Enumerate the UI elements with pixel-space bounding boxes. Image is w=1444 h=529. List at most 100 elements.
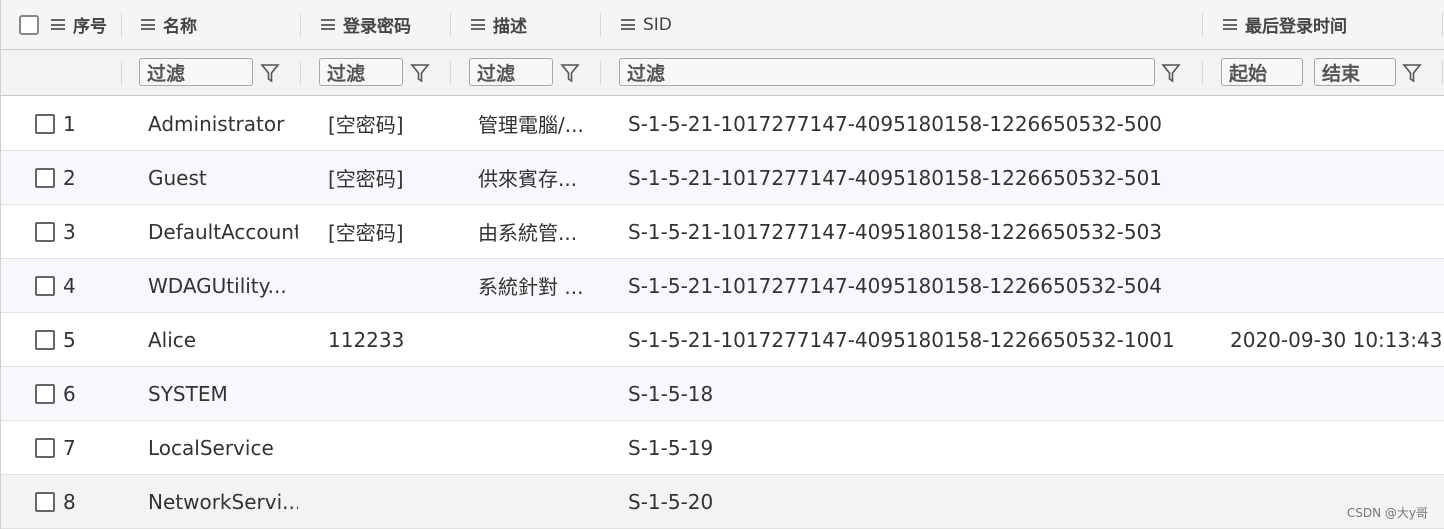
row-sid: S-1-5-21-1017277147-4095180158-122665053… <box>628 327 1175 352</box>
list-icon <box>51 19 65 30</box>
row-checkbox[interactable] <box>35 329 55 350</box>
name-filter-input[interactable]: 过滤 <box>139 58 253 86</box>
filter-placeholder: 过滤 <box>627 62 666 85</box>
table-row[interactable]: 1 Administrator [空密码] 管理電腦/... S-1-5-21-… <box>1 97 1444 151</box>
filter-placeholder: 过滤 <box>327 62 366 85</box>
select-all-checkbox[interactable] <box>19 14 39 35</box>
filter-icon[interactable] <box>1402 62 1422 84</box>
row-sid: S-1-5-19 <box>628 435 714 460</box>
list-icon <box>141 19 155 30</box>
row-sid: S-1-5-20 <box>628 489 714 514</box>
filter-icon[interactable] <box>410 62 430 84</box>
row-last-login <box>1230 421 1442 474</box>
row-checkbox[interactable] <box>35 383 55 404</box>
list-icon <box>471 19 485 30</box>
table-row[interactable]: 3 DefaultAccount [空密码] 由系統管... S-1-5-21-… <box>1 205 1444 259</box>
header-password[interactable]: 登录密码 <box>321 0 446 49</box>
header-serial[interactable]: 序号 <box>19 0 119 49</box>
row-last-login <box>1230 205 1442 258</box>
row-password: [空密码] <box>328 221 404 245</box>
header-description[interactable]: 描述 <box>471 0 596 49</box>
row-checkbox[interactable] <box>35 221 55 242</box>
row-name: Administrator <box>148 111 285 136</box>
filter-icon[interactable] <box>560 62 580 84</box>
header-name-label: 名称 <box>163 17 197 37</box>
row-name: LocalService <box>148 435 274 460</box>
row-sid: S-1-5-21-1017277147-4095180158-122665053… <box>628 273 1163 298</box>
password-filter-input[interactable]: 过滤 <box>319 58 403 86</box>
filter-row: 过滤 过滤 过滤 过滤 起始 结束 <box>1 50 1444 96</box>
row-description: 供來賓存... <box>478 167 578 191</box>
row-last-login <box>1230 259 1442 312</box>
row-password: 112233 <box>328 327 405 352</box>
row-password <box>328 367 448 420</box>
row-description <box>478 421 598 474</box>
header-last-login-label: 最后登录时间 <box>1245 17 1347 37</box>
sid-filter-input[interactable]: 过滤 <box>619 58 1155 86</box>
row-description <box>478 475 598 528</box>
row-checkbox[interactable] <box>35 167 55 188</box>
watermark: CSDN @大y哥 <box>1346 506 1428 520</box>
row-number: 6 <box>63 381 76 406</box>
filter-placeholder: 过滤 <box>477 62 516 85</box>
row-number: 7 <box>63 435 76 460</box>
row-last-login <box>1230 97 1442 150</box>
row-password <box>328 475 448 528</box>
row-checkbox[interactable] <box>35 437 55 458</box>
row-sid: S-1-5-21-1017277147-4095180158-122665053… <box>628 165 1163 190</box>
table-row[interactable]: 8 NetworkServi... S-1-5-20 <box>1 475 1444 529</box>
row-name: SYSTEM <box>148 381 228 406</box>
row-password: [空密码] <box>328 113 404 137</box>
row-number: 5 <box>63 327 76 352</box>
filter-placeholder: 起始 <box>1229 62 1268 85</box>
list-icon <box>1223 19 1237 30</box>
row-description <box>478 313 598 366</box>
row-name: WDAGUtility... <box>148 273 287 298</box>
row-sid: S-1-5-18 <box>628 381 714 406</box>
table-row[interactable]: 2 Guest [空密码] 供來賓存... S-1-5-21-101727714… <box>1 151 1444 205</box>
header-password-label: 登录密码 <box>343 17 411 37</box>
row-name: NetworkServi... <box>148 489 298 514</box>
header-serial-label: 序号 <box>73 17 107 37</box>
row-checkbox[interactable] <box>35 275 55 296</box>
row-name: Alice <box>148 327 197 352</box>
filter-icon[interactable] <box>260 62 280 84</box>
row-description: 由系統管... <box>478 221 578 245</box>
row-password: [空密码] <box>328 167 404 191</box>
description-filter-input[interactable]: 过滤 <box>469 58 553 86</box>
header-name[interactable]: 名称 <box>141 0 296 49</box>
header-sid[interactable]: SID <box>621 0 921 49</box>
row-sid: S-1-5-21-1017277147-4095180158-122665053… <box>628 111 1163 136</box>
end-date-input[interactable]: 结束 <box>1314 58 1396 86</box>
row-description <box>478 367 598 420</box>
start-date-input[interactable]: 起始 <box>1221 58 1303 86</box>
row-description: 系統針對 ... <box>478 275 584 299</box>
row-last-login <box>1230 151 1442 204</box>
row-number: 1 <box>63 111 76 136</box>
row-checkbox[interactable] <box>35 491 55 512</box>
row-number: 3 <box>63 219 76 244</box>
table-row[interactable]: 5 Alice 112233 S-1-5-21-1017277147-40951… <box>1 313 1444 367</box>
header-sid-label: SID <box>643 14 672 35</box>
filter-placeholder: 过滤 <box>147 62 186 85</box>
header-description-label: 描述 <box>493 17 527 37</box>
list-icon <box>321 19 335 30</box>
table-row[interactable]: 6 SYSTEM S-1-5-18 <box>1 367 1444 421</box>
row-name: Guest <box>148 165 207 190</box>
table-row[interactable]: 4 WDAGUtility... 系統針對 ... S-1-5-21-10172… <box>1 259 1444 313</box>
filter-icon[interactable] <box>1161 62 1181 84</box>
row-number: 4 <box>63 273 76 298</box>
row-number: 2 <box>63 165 76 190</box>
row-checkbox[interactable] <box>35 113 55 134</box>
filter-placeholder: 结束 <box>1322 62 1361 85</box>
user-accounts-table: 序号 名称 登录密码 描述 SID 最后登录时间 过滤 过滤 过滤 过滤 起始 … <box>0 0 1444 529</box>
row-last-login: 2020-09-30 10:13:43 <box>1230 327 1442 352</box>
row-password <box>328 421 448 474</box>
table-header: 序号 名称 登录密码 描述 SID 最后登录时间 <box>1 0 1444 50</box>
list-icon <box>621 19 635 30</box>
table-row[interactable]: 7 LocalService S-1-5-19 <box>1 421 1444 475</box>
row-number: 8 <box>63 489 76 514</box>
row-sid: S-1-5-21-1017277147-4095180158-122665053… <box>628 219 1163 244</box>
header-last-login[interactable]: 最后登录时间 <box>1223 0 1423 49</box>
row-password <box>328 259 448 312</box>
